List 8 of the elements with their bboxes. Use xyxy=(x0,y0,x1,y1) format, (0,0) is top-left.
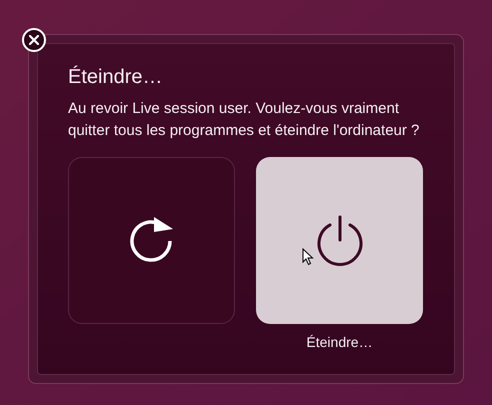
close-button[interactable] xyxy=(22,28,46,52)
close-icon xyxy=(29,35,39,45)
dialog-message: Au revoir Live session user. Voulez-vous vraiment quitter tous les programmes et éteindre l'ordinateur ? xyxy=(68,99,420,140)
action-label: Éteindre… xyxy=(306,333,373,351)
dialog-title: Éteindre… xyxy=(68,64,164,90)
restart-button[interactable] xyxy=(68,157,235,324)
cursor-icon xyxy=(302,248,314,266)
shutdown-button[interactable] xyxy=(256,157,423,324)
